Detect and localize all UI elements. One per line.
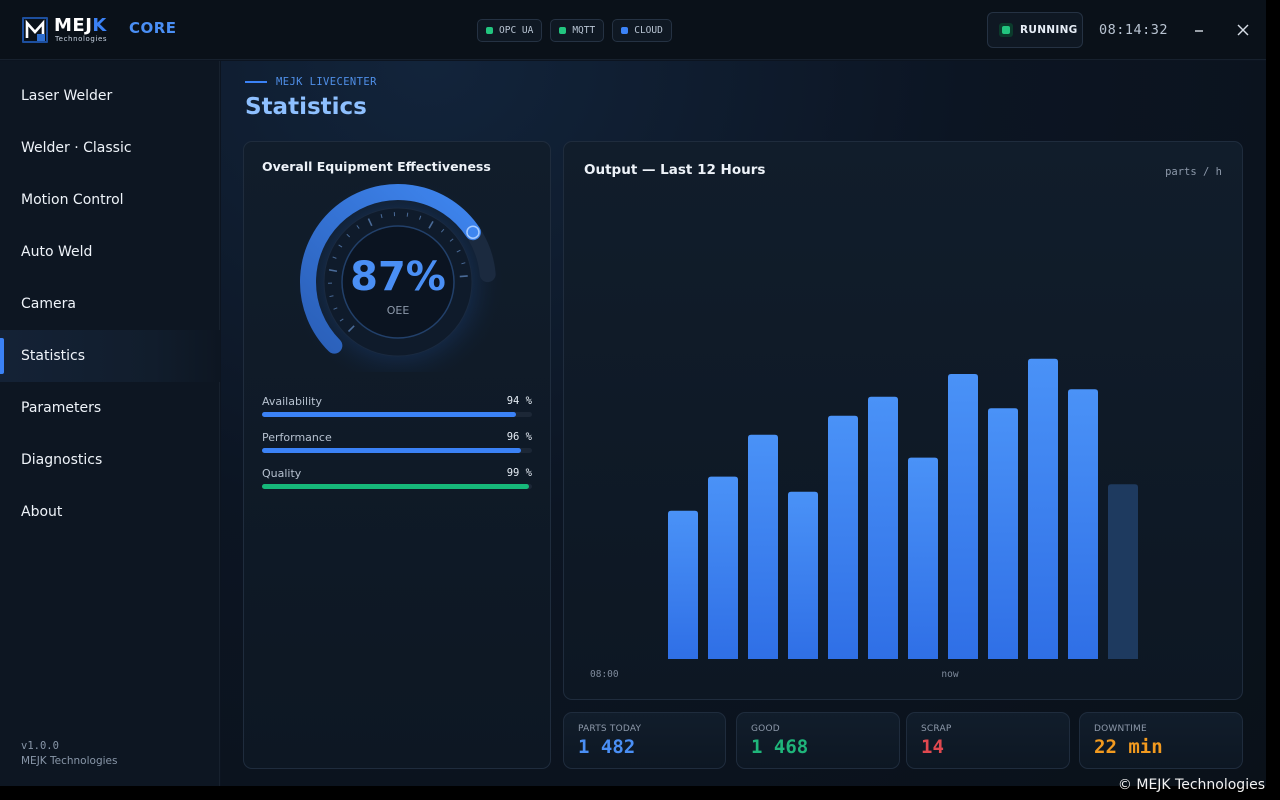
- app-window: MEJK Technologies CORE OPC UA MQTT CLOUD…: [0, 0, 1266, 786]
- x-axis-now-label: now: [941, 669, 958, 680]
- oee-caption: OEE: [387, 304, 410, 317]
- sidebar-item-auto-weld[interactable]: Auto Weld: [0, 226, 220, 278]
- connection-chips: OPC UA MQTT CLOUD: [477, 19, 672, 42]
- metric-value: 94 %: [506, 395, 532, 407]
- sidebar-item-diagnostics[interactable]: Diagnostics: [0, 434, 220, 486]
- eyebrow-line: [245, 81, 267, 83]
- output-bar[interactable]: [908, 457, 938, 659]
- chip-label: OPC UA: [499, 25, 534, 36]
- sidebar-item-about[interactable]: About: [0, 486, 220, 538]
- status-dot-icon: [559, 27, 567, 34]
- output-chart-card: Output — Last 12 Hours parts / h 08:00 n…: [563, 141, 1243, 700]
- minimize-button[interactable]: [1187, 18, 1211, 42]
- x-axis-start-label: 08:00: [590, 669, 619, 680]
- metric-label: Availability: [262, 395, 322, 408]
- title-bar: MEJK Technologies CORE OPC UA MQTT CLOUD…: [0, 0, 1266, 60]
- kpi-label: PARTS TODAY: [578, 724, 642, 734]
- oee-gauge: 87% OEE: [290, 174, 506, 372]
- machine-status-badge[interactable]: RUNNING: [987, 12, 1083, 48]
- output-bar[interactable]: [948, 374, 978, 659]
- copyright-watermark: © MEJK Technologies: [1117, 777, 1265, 793]
- eyebrow-label: MEJK LIVECENTER: [276, 76, 377, 88]
- output-bar[interactable]: [788, 491, 818, 659]
- output-bar[interactable]: [708, 476, 738, 659]
- sidebar-item-laser-welder[interactable]: Laser Welder: [0, 70, 220, 122]
- close-icon: [1237, 24, 1249, 36]
- kpi-downtime: DOWNTIME 22 min: [1079, 712, 1243, 769]
- metric-bar-track: [262, 484, 532, 489]
- logo-wordmark: MEJK: [54, 15, 107, 36]
- metric-bar-fill: [262, 448, 522, 453]
- chip-label: CLOUD: [634, 25, 663, 36]
- sidebar-item-parameters[interactable]: Parameters: [0, 382, 220, 434]
- chip-mqtt[interactable]: MQTT: [550, 19, 605, 42]
- kpi-label: DOWNTIME: [1094, 724, 1147, 734]
- output-bar-current-hour[interactable]: [1108, 484, 1138, 659]
- app-logo: MEJK Technologies: [21, 16, 117, 44]
- output-bar[interactable]: [668, 510, 698, 659]
- section-eyebrow: MEJK LIVECENTER: [245, 76, 377, 88]
- metric-value: 96 %: [506, 431, 532, 443]
- metric-bar-fill: [262, 412, 516, 417]
- main-content: MEJK LIVECENTER Statistics Overall Equip…: [221, 61, 1266, 786]
- metric-label: Quality: [262, 467, 302, 480]
- metric-value: 99 %: [506, 467, 532, 479]
- chip-label: MQTT: [572, 25, 596, 36]
- sidebar: Laser Welder Welder · Classic Motion Con…: [0, 61, 220, 786]
- chip-opc-ua[interactable]: OPC UA: [477, 19, 543, 42]
- sidebar-item-motion-control[interactable]: Motion Control: [0, 174, 220, 226]
- kpi-value: 1 468: [751, 736, 809, 758]
- kpi-parts-today: PARTS TODAY 1 482: [563, 712, 726, 769]
- output-bar[interactable]: [748, 434, 778, 659]
- output-bar[interactable]: [1028, 358, 1058, 659]
- kpi-value: 1 482: [578, 736, 636, 758]
- kpi-value: 22 min: [1094, 736, 1163, 758]
- kpi-value: 14: [921, 736, 944, 758]
- status-dot-icon: [486, 27, 493, 34]
- gauge-tick: [406, 212, 409, 217]
- metric-bar-track: [262, 448, 532, 453]
- gauge-knob-icon: [466, 225, 480, 239]
- logo-subtitle: Technologies: [55, 35, 108, 43]
- company-name: MEJK Technologies: [21, 755, 118, 767]
- kpi-good: GOOD 1 468: [736, 712, 900, 769]
- oee-value: 87%: [350, 254, 446, 300]
- chip-cloud[interactable]: CLOUD: [612, 19, 672, 42]
- kpi-label: GOOD: [751, 724, 780, 734]
- oee-card: Overall Equipment Effectiveness 87% OEE …: [243, 141, 551, 769]
- sidebar-item-camera[interactable]: Camera: [0, 278, 220, 330]
- kpi-scrap: SCRAP 14: [906, 712, 1070, 769]
- sidebar-item-statistics[interactable]: Statistics: [0, 330, 220, 382]
- gauge-tick: [459, 275, 468, 278]
- clock: 08:14:32: [1099, 22, 1169, 38]
- running-indicator-icon: [999, 23, 1013, 37]
- metric-label: Performance: [262, 431, 332, 444]
- machine-status-label: RUNNING: [1020, 24, 1078, 36]
- app-version: v1.0.0: [21, 740, 59, 752]
- output-bar[interactable]: [868, 396, 898, 659]
- status-dot-icon: [621, 27, 629, 34]
- mejk-logo-icon: [22, 17, 48, 43]
- output-bar-chart: 08:00 now: [590, 358, 1138, 680]
- page-title: Statistics: [245, 94, 367, 120]
- close-button[interactable]: [1231, 18, 1255, 42]
- metric-bar-track: [262, 412, 532, 417]
- output-bar[interactable]: [828, 415, 858, 659]
- sidebar-item-welder-classic[interactable]: Welder · Classic: [0, 122, 220, 174]
- kpi-label: SCRAP: [921, 724, 952, 734]
- output-bar[interactable]: [988, 408, 1018, 659]
- output-bar[interactable]: [1068, 389, 1098, 659]
- metric-bar-fill: [262, 484, 530, 489]
- minimize-icon: [1195, 30, 1203, 32]
- product-name: CORE: [129, 19, 177, 37]
